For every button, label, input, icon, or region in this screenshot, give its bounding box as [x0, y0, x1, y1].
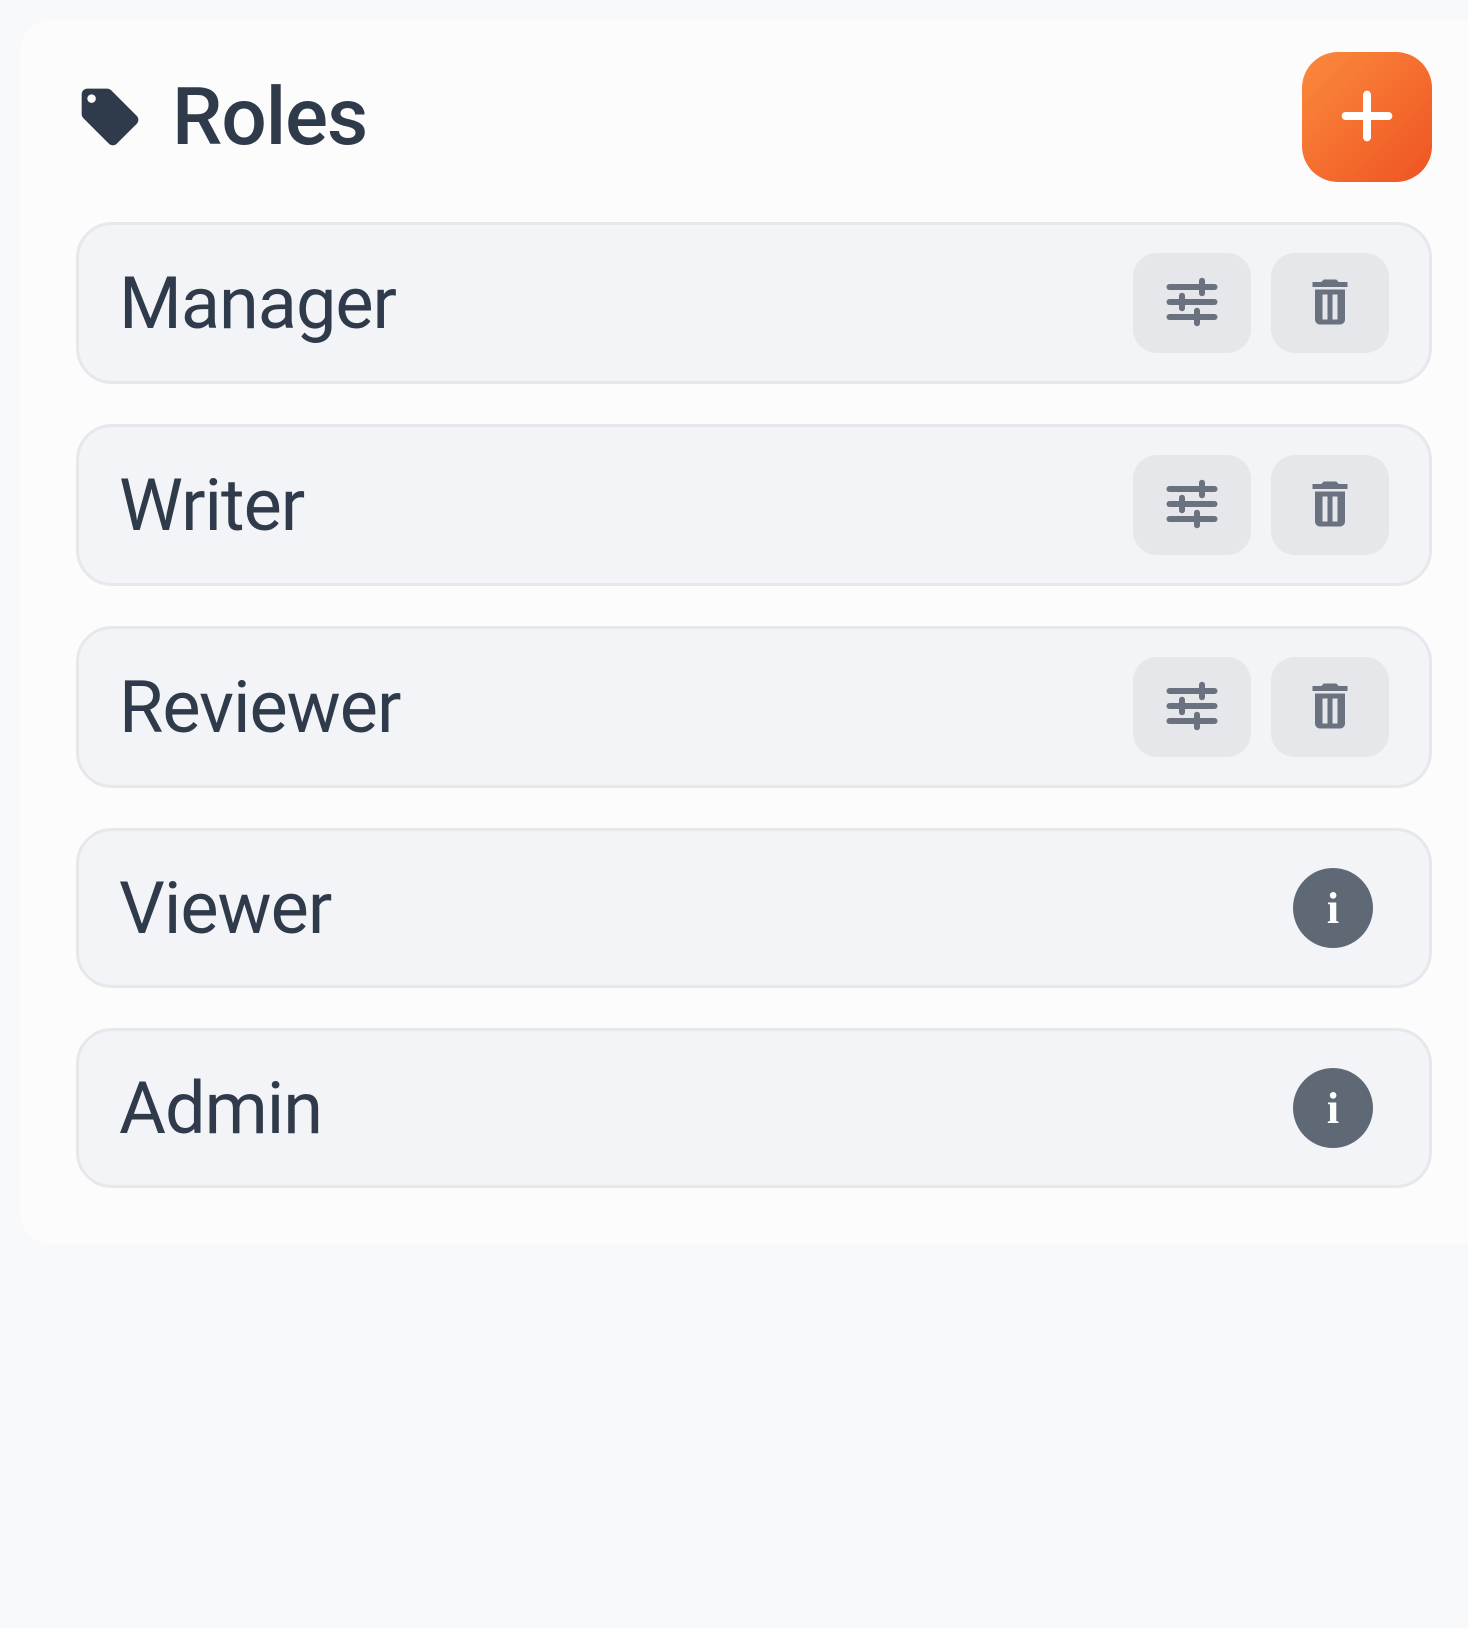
role-actions — [1133, 253, 1389, 353]
role-name: Writer — [119, 463, 304, 548]
edit-role-button[interactable] — [1133, 253, 1251, 353]
sliders-icon — [1162, 676, 1222, 739]
delete-role-button[interactable] — [1271, 253, 1389, 353]
role-actions — [1133, 455, 1389, 555]
role-name: Manager — [119, 261, 396, 346]
role-item-admin: Admin i — [76, 1028, 1432, 1188]
info-icon[interactable]: i — [1293, 1068, 1373, 1148]
role-name: Admin — [119, 1066, 322, 1151]
plus-icon — [1335, 84, 1399, 151]
role-item-writer: Writer — [76, 424, 1432, 586]
role-name: Reviewer — [119, 665, 400, 750]
sliders-icon — [1162, 474, 1222, 537]
role-actions: i — [1293, 868, 1389, 948]
sliders-icon — [1162, 272, 1222, 335]
info-glyph: i — [1327, 1083, 1339, 1134]
delete-role-button[interactable] — [1271, 657, 1389, 757]
info-icon[interactable]: i — [1293, 868, 1373, 948]
roles-list: Manager — [68, 222, 1440, 1188]
edit-role-button[interactable] — [1133, 657, 1251, 757]
role-item-viewer: Viewer i — [76, 828, 1432, 988]
role-name: Viewer — [119, 866, 331, 951]
role-actions: i — [1293, 1068, 1389, 1148]
role-actions — [1133, 657, 1389, 757]
trash-icon — [1300, 474, 1360, 537]
trash-icon — [1300, 272, 1360, 335]
info-glyph: i — [1327, 883, 1339, 934]
tag-icon — [76, 83, 144, 151]
panel-title: Roles — [172, 70, 367, 164]
panel-title-group: Roles — [76, 70, 367, 164]
add-role-button[interactable] — [1302, 52, 1432, 182]
role-item-manager: Manager — [76, 222, 1432, 384]
panel-header: Roles — [68, 52, 1440, 182]
role-item-reviewer: Reviewer — [76, 626, 1432, 788]
roles-panel: Roles Manager — [20, 20, 1468, 1244]
delete-role-button[interactable] — [1271, 455, 1389, 555]
edit-role-button[interactable] — [1133, 455, 1251, 555]
trash-icon — [1300, 676, 1360, 739]
